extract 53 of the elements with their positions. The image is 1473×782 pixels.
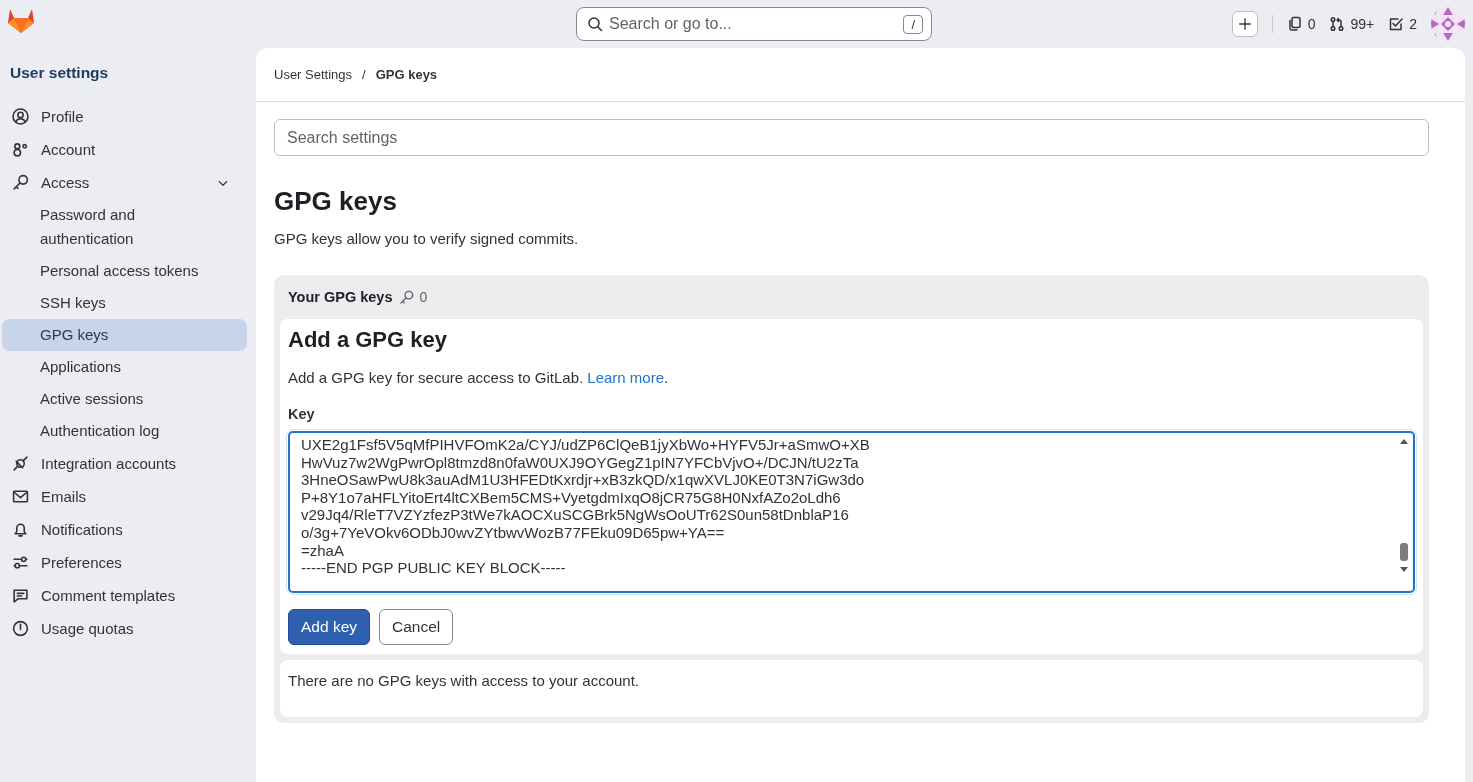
nav-subitem[interactable]: Personal access tokens: [2, 255, 220, 287]
nav-item[interactable]: Emails: [2, 480, 247, 513]
page-title: GPG keys: [274, 186, 398, 217]
envelope-icon: [12, 488, 29, 505]
key-field[interactable]: UXE2g1Fsf5V5qMfPIHVFOmK2a/CYJ/udZP6ClQeB1jyXbWo+HYFV5Jr+aSmwO+XB HwVuz7w2WgPwrOpl8tmzd8n0faW0UXJ9OYGegZ1pIN7YFCbVjvO+/DCJN/tU2zTa 3HneOSawPwU8k3auAdM1U3HFEDtKxrdjr+xB3zkQD/x1qwXVLJ0KE0T3N7iGw3do P+8Y1o7aHFLYitoErt4ltCXBem5CMS+VyetgdmIxqO8jCR75G8H0NxfAZo2oLdh6 v29Jq4/RleT7VZYzfezP3tWe7kAOCXuSCGBrk5NgWsOoUTr62S0un58tDnblaP16 o/3g+7YeVOkv6ODbJ0wvZYtbwvWozB77FEku09D65pw+YA== =zhaA -----END PGP PUBLIC KEY BLOCK-----: [288, 431, 1415, 593]
form-title: Add a GPG key: [288, 327, 448, 353]
search-settings-field[interactable]: Search settings: [274, 119, 1429, 156]
nav-item[interactable]: Notifications: [2, 513, 247, 546]
nav-item[interactable]: Preferences: [2, 546, 247, 579]
nav-item[interactable]: Access: [2, 166, 247, 199]
comment-icon: [12, 587, 29, 604]
avatar-icon[interactable]: [1431, 7, 1465, 41]
create-new-button[interactable]: [1231, 11, 1258, 37]
page-description: GPG keys allow you to verify signed commits.: [274, 230, 580, 247]
global-search-field[interactable]: Search or go to... /: [576, 7, 932, 41]
form-description: Add a GPG key for secure access to GitLab. Learn more.: [288, 369, 670, 386]
nav-subitem[interactable]: Password and authentication: [2, 199, 220, 255]
nav-subitem[interactable]: SSH keys: [2, 287, 220, 319]
shortcut-key: /: [903, 14, 923, 34]
plug-icon: [12, 455, 29, 472]
bell-icon: [12, 521, 29, 538]
snippets-counter[interactable]: 0: [1286, 16, 1316, 32]
breadcrumb-current: GPG keys: [375, 67, 438, 82]
nav-subitem[interactable]: Authentication log: [2, 415, 220, 447]
card-title: Your GPG keys: [288, 289, 393, 305]
todo-checkbox-icon: [1388, 16, 1405, 32]
empty-state-text: There are no GPG keys with access to your account.: [280, 660, 1423, 717]
cancel-button[interactable]: Cancel: [379, 609, 454, 645]
nav-item[interactable]: Integration accounts: [2, 447, 247, 480]
snippet-icon: [1286, 16, 1303, 32]
breadcrumb-link[interactable]: User Settings: [274, 67, 353, 82]
sidebar-title: User settings: [9, 63, 110, 83]
nav-item[interactable]: Profile: [2, 100, 247, 133]
key-label: Key: [288, 406, 316, 422]
nav-item[interactable]: Usage quotas: [2, 612, 247, 645]
todos-counter[interactable]: 2: [1388, 16, 1417, 32]
nav-item[interactable]: Account: [2, 133, 247, 166]
plus-icon: [1237, 17, 1252, 31]
add-key-button[interactable]: Add key: [288, 609, 370, 645]
learn-more-link[interactable]: Learn more: [587, 369, 665, 386]
person-circle-icon: [12, 108, 29, 125]
key-icon: [12, 174, 29, 191]
nav-item[interactable]: Comment templates: [2, 579, 247, 612]
nav-subitem[interactable]: Active sessions: [2, 383, 220, 415]
nav-subitem[interactable]: GPG keys: [2, 319, 247, 351]
merge-requests-counter[interactable]: 99+: [1329, 16, 1375, 32]
key-count: 0: [419, 289, 428, 305]
sliders-icon: [12, 554, 29, 571]
nav-subitem[interactable]: Applications: [2, 351, 220, 383]
merge-request-icon: [1329, 16, 1346, 32]
search-icon: [587, 16, 603, 32]
key-icon: [398, 289, 414, 305]
breadcrumb-separator: /: [362, 67, 366, 82]
